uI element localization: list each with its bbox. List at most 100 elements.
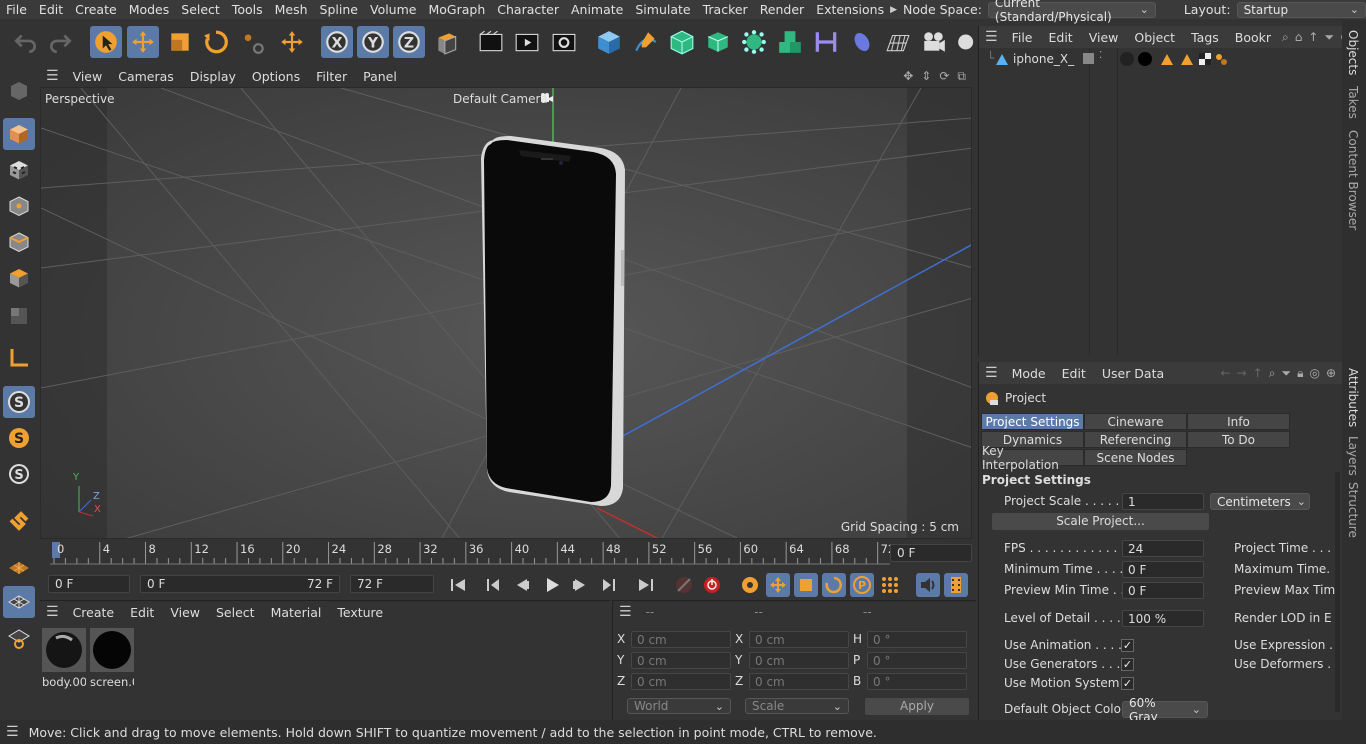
search-icon[interactable]: ⌕ xyxy=(1282,30,1289,45)
project-scale-field[interactable]: 1 xyxy=(1122,493,1204,510)
obj-menu-file[interactable]: File xyxy=(1004,30,1041,45)
sound-icon[interactable] xyxy=(916,573,940,597)
autokey-icon[interactable] xyxy=(700,573,724,597)
attr-tab[interactable]: Key Interpolation xyxy=(981,444,1084,472)
menu-tools[interactable]: Tools xyxy=(226,2,269,17)
viewport-menu-view[interactable]: View xyxy=(65,69,111,84)
x-axis-lock-icon[interactable]: X xyxy=(321,26,353,58)
viewport-move-icon[interactable]: ✥ xyxy=(903,69,913,83)
coord-value-field[interactable]: 0 cm xyxy=(631,673,731,690)
menu-extensions[interactable]: Extensions xyxy=(810,2,890,17)
menu-tracker[interactable]: Tracker xyxy=(697,2,754,17)
viewport-menu-panel[interactable]: Panel xyxy=(355,69,405,84)
viewport-rotate-icon[interactable]: ⟳ xyxy=(939,69,949,83)
coord-value-field[interactable]: 0 cm xyxy=(749,631,849,648)
filter-icon[interactable]: ⏷ xyxy=(1324,30,1334,45)
hamburger-icon[interactable]: ☰ xyxy=(46,68,59,84)
end-frame-field[interactable]: 72 F xyxy=(350,575,434,593)
coord-value-field[interactable]: 0 ° xyxy=(867,673,967,690)
pen-spline-icon[interactable] xyxy=(630,26,662,58)
recent-tool-icon[interactable]: ● xyxy=(238,26,270,58)
lod-field[interactable]: 100 % xyxy=(1122,610,1204,627)
cloner-icon[interactable] xyxy=(738,26,770,58)
y-axis-lock-icon[interactable]: Y xyxy=(357,26,389,58)
tab-objects[interactable]: Objects xyxy=(1346,30,1360,75)
light-icon[interactable] xyxy=(954,26,974,58)
attr-hamburger-icon[interactable]: ☰ xyxy=(985,365,998,381)
new-window-icon[interactable]: ⊕ xyxy=(1326,366,1336,380)
film-strip-icon[interactable] xyxy=(944,573,968,597)
mat-menu-create[interactable]: Create xyxy=(65,605,123,620)
scale-icon[interactable] xyxy=(164,26,196,58)
material-swatch[interactable]: body.00 xyxy=(42,628,86,689)
preview-min-field[interactable]: 0 F xyxy=(1122,582,1204,599)
viewport-menu-cameras[interactable]: Cameras xyxy=(110,69,182,84)
attr-menu-mode[interactable]: Mode xyxy=(1004,366,1054,381)
tab-content-browser[interactable]: Content Browser xyxy=(1346,130,1360,230)
attr-scrollbar[interactable] xyxy=(1335,472,1340,712)
mat-menu-edit[interactable]: Edit xyxy=(122,605,162,620)
viewport-menu-options[interactable]: Options xyxy=(244,69,308,84)
viewport-menu-filter[interactable]: Filter xyxy=(308,69,355,84)
tab-structure[interactable]: Structure xyxy=(1346,482,1360,538)
3d-viewport[interactable]: Perspective Default Camera Y Z X Grid Sp… xyxy=(40,87,972,539)
filter-icon[interactable]: ⏷ xyxy=(1281,366,1291,381)
redo-icon[interactable] xyxy=(44,26,76,58)
record-disabled-icon[interactable] xyxy=(672,573,696,597)
coord-value-field[interactable]: 0 ° xyxy=(867,652,967,669)
viewport-menu-display[interactable]: Display xyxy=(182,69,244,84)
render-view-icon[interactable] xyxy=(475,26,507,58)
keyframe-settings-icon[interactable] xyxy=(738,573,762,597)
key-parameter-icon[interactable]: P xyxy=(850,573,874,597)
point-mode-icon[interactable] xyxy=(3,190,35,222)
menu-animate[interactable]: Animate xyxy=(565,2,629,17)
menu-character[interactable]: Character xyxy=(491,2,565,17)
coord-value-field[interactable]: 0 cm xyxy=(749,652,849,669)
tab-layers[interactable]: Layers xyxy=(1346,436,1360,476)
cube-icon[interactable] xyxy=(593,26,625,58)
coord-value-field[interactable]: 0 ° xyxy=(867,631,967,648)
magnet-icon[interactable] xyxy=(3,506,35,538)
key-scale-icon[interactable] xyxy=(794,573,818,597)
layout-dropdown[interactable]: Startup xyxy=(1236,1,1366,18)
edge-mode-icon[interactable] xyxy=(3,226,35,258)
layer-icon[interactable] xyxy=(1083,53,1094,64)
menu-mograph[interactable]: MoGraph xyxy=(422,2,491,17)
mat-menu-material[interactable]: Material xyxy=(263,605,330,620)
polygon-mode-icon[interactable] xyxy=(3,262,35,294)
coord-value-field[interactable]: 0 cm xyxy=(631,631,731,648)
rotate-icon[interactable] xyxy=(200,26,232,58)
snap-toggle-icon[interactable]: S xyxy=(3,386,35,418)
camera-icon[interactable] xyxy=(918,26,950,58)
scale-project-button[interactable]: Scale Project... xyxy=(992,513,1209,530)
go-to-end-icon[interactable] xyxy=(634,573,658,597)
attr-tab[interactable]: To Do xyxy=(1187,431,1290,448)
select-cursor-icon[interactable] xyxy=(90,26,122,58)
mograph-cubes-icon[interactable] xyxy=(774,26,806,58)
undo-icon[interactable] xyxy=(10,26,42,58)
grid-plane-icon[interactable] xyxy=(3,586,35,618)
tab-takes[interactable]: Takes xyxy=(1346,86,1360,119)
up-arrow-icon[interactable]: ↑ xyxy=(1308,30,1318,44)
subdivision-icon[interactable] xyxy=(666,26,698,58)
viewport-maximize-icon[interactable]: ⧉ xyxy=(957,69,966,84)
material-hamburger-icon[interactable]: ☰ xyxy=(46,604,59,620)
apply-button[interactable]: Apply xyxy=(865,698,969,715)
mat-menu-texture[interactable]: Texture xyxy=(329,605,391,620)
obj-menu-object[interactable]: Object xyxy=(1126,30,1183,45)
search-icon[interactable]: ⌕ xyxy=(1269,366,1276,381)
render-picture-viewer-icon[interactable] xyxy=(511,26,543,58)
obj-menu-edit[interactable]: Edit xyxy=(1040,30,1080,45)
attr-tab[interactable]: Scene Nodes xyxy=(1084,449,1187,466)
min-time-field[interactable]: 0 F xyxy=(1122,561,1204,578)
next-frame-icon[interactable] xyxy=(568,573,592,597)
menu-edit[interactable]: Edit xyxy=(33,2,69,17)
play-icon[interactable] xyxy=(540,573,564,597)
attr-menu-edit[interactable]: Edit xyxy=(1054,366,1094,381)
viewport-zoom-icon[interactable]: ⇕ xyxy=(921,69,931,83)
coord-space-dropdown[interactable]: World xyxy=(627,698,731,714)
go-to-start-icon[interactable] xyxy=(446,573,470,597)
axis-mode-icon[interactable] xyxy=(3,342,35,374)
render-settings-icon[interactable] xyxy=(548,26,580,58)
menu-volume[interactable]: Volume xyxy=(364,2,423,17)
